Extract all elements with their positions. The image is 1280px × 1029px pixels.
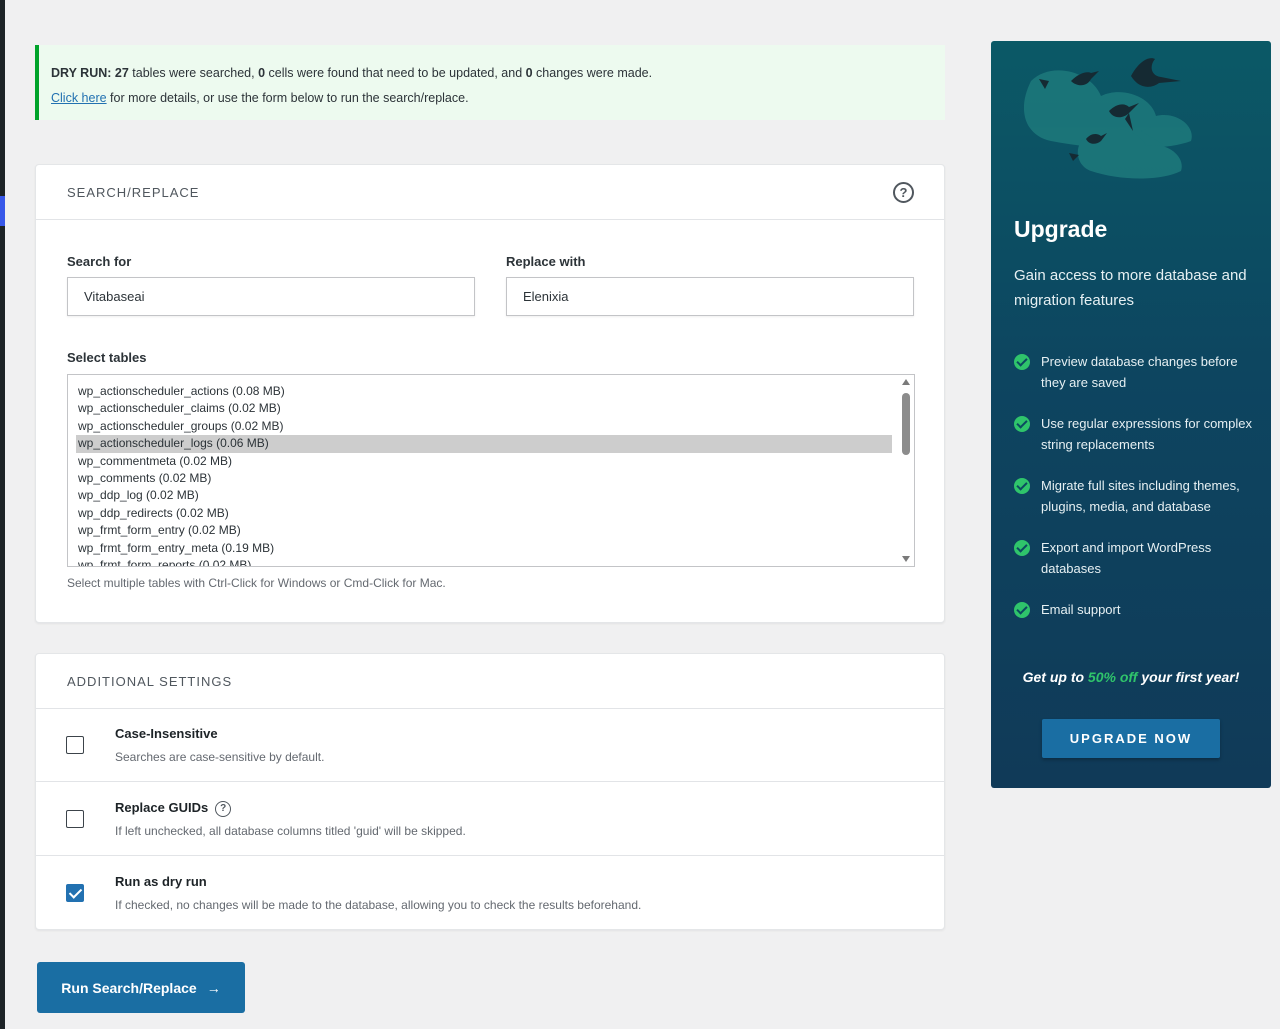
feature-item: Email support	[1014, 599, 1254, 620]
notice-tables-count: 27	[114, 66, 129, 80]
check-circle-icon	[1014, 478, 1030, 494]
run-button-label: Run Search/Replace	[61, 979, 197, 996]
case-insensitive-checkbox[interactable]	[66, 736, 84, 754]
select-tables-hint: Select multiple tables with Ctrl-Click f…	[67, 576, 446, 590]
upgrade-subtitle: Gain access to more database and migrati…	[1014, 267, 1247, 309]
help-icon[interactable]: ?	[215, 800, 232, 817]
arrow-right-icon: →	[206, 979, 221, 996]
table-option[interactable]: wp_ddp_redirects (0.02 MB)	[76, 505, 892, 522]
table-option[interactable]: wp_commentmeta (0.02 MB)	[76, 453, 892, 470]
table-option[interactable]: wp_frmt_form_reports (0.02 MB)	[76, 557, 892, 566]
scroll-up-arrow-icon[interactable]	[902, 379, 910, 385]
replace-with-label: Replace with	[506, 254, 586, 269]
help-icon[interactable]: ?	[893, 182, 914, 203]
check-circle-icon	[1014, 602, 1030, 618]
search-for-label: Search for	[67, 254, 132, 269]
search-replace-card: SEARCH/REPLACE ? Search for Replace with…	[35, 164, 945, 623]
table-option[interactable]: wp_ddp_log (0.02 MB)	[76, 487, 892, 504]
upgrade-promo: Get up to 50% off your first year!	[991, 669, 1271, 685]
notice-text-2: cells were found that need to be updated…	[265, 66, 526, 80]
select-tables-label: Select tables	[67, 350, 147, 365]
replace-guids-title: Replace GUIDs	[115, 800, 209, 815]
notice-text-3: changes were made.	[532, 66, 653, 80]
check-circle-icon	[1014, 416, 1030, 432]
tables-list: wp_actionscheduler_actions (0.08 MB) wp_…	[68, 375, 914, 566]
replace-guids-checkbox[interactable]	[66, 810, 84, 828]
replace-with-input[interactable]: Elenixia	[506, 277, 914, 316]
select-tables-listbox[interactable]: wp_actionscheduler_actions (0.08 MB) wp_…	[67, 374, 915, 567]
notice-prefix: DRY RUN:	[51, 66, 112, 80]
feature-item: Export and import WordPress databases	[1014, 537, 1254, 579]
table-option[interactable]: wp_frmt_form_entry_meta (0.19 MB)	[76, 540, 892, 557]
notice-line-2: Click here for more details, or use the …	[51, 86, 933, 111]
table-option-selected[interactable]: wp_actionscheduler_logs (0.06 MB)	[76, 435, 892, 453]
check-circle-icon	[1014, 354, 1030, 370]
promo-text-post: your first year!	[1137, 669, 1240, 685]
search-replace-header: SEARCH/REPLACE ?	[36, 165, 944, 220]
check-circle-icon	[1014, 540, 1030, 556]
table-option[interactable]: wp_actionscheduler_actions (0.08 MB)	[76, 383, 892, 400]
table-option[interactable]: wp_frmt_form_entry (0.02 MB)	[76, 522, 892, 539]
notice-text-1: tables were searched,	[128, 66, 259, 80]
admin-menu-indicator	[0, 196, 5, 226]
click-here-link[interactable]: Click here	[51, 91, 107, 105]
scroll-down-arrow-icon[interactable]	[902, 556, 910, 562]
table-option[interactable]: wp_comments (0.02 MB)	[76, 470, 892, 487]
dry-run-desc: If checked, no changes will be made to t…	[115, 898, 642, 912]
setting-case-insensitive: Case-Insensitive Searches are case-sensi…	[36, 709, 944, 782]
table-option[interactable]: wp_actionscheduler_claims (0.02 MB)	[76, 400, 892, 417]
notice-changes-count: 0	[525, 66, 533, 80]
table-option[interactable]: wp_actionscheduler_groups (0.02 MB)	[76, 418, 892, 435]
case-insensitive-title: Case-Insensitive	[115, 726, 218, 741]
tables-scrollbar[interactable]	[898, 375, 914, 566]
replace-guids-desc: If left unchecked, all database columns …	[115, 824, 466, 838]
search-for-input[interactable]: Vitabaseai	[67, 277, 475, 316]
dry-run-checkbox[interactable]	[66, 884, 84, 902]
feature-item: Use regular expressions for complex stri…	[1014, 413, 1254, 455]
scroll-thumb[interactable]	[902, 393, 910, 455]
upgrade-now-button[interactable]: UPGRADE NOW	[1042, 719, 1220, 758]
setting-dry-run: Run as dry run If checked, no changes wi…	[36, 857, 944, 930]
upgrade-title: Upgrade	[1014, 216, 1108, 242]
feature-text: Migrate full sites including themes, plu…	[1041, 478, 1240, 514]
setting-replace-guids: Replace GUIDs? If left unchecked, all da…	[36, 783, 944, 856]
feature-text: Email support	[1041, 602, 1121, 617]
case-insensitive-desc: Searches are case-sensitive by default.	[115, 750, 325, 764]
dry-run-title: Run as dry run	[115, 874, 207, 889]
run-search-replace-button[interactable]: Run Search/Replace →	[37, 962, 245, 1013]
upgrade-panel: Upgrade Gain access to more database and…	[991, 41, 1271, 788]
feature-text: Use regular expressions for complex stri…	[1041, 416, 1252, 452]
notice-cells-count: 0	[258, 66, 266, 80]
birds-clouds-illustration-icon	[1023, 58, 1192, 179]
additional-settings-header: ADDITIONAL SETTINGS	[36, 654, 944, 709]
promo-text-pre: Get up to	[1022, 669, 1088, 685]
admin-sidebar-edge	[0, 0, 5, 1029]
search-replace-title: SEARCH/REPLACE	[67, 184, 200, 200]
replace-guids-title-wrap: Replace GUIDs?	[115, 800, 232, 817]
feature-item: Migrate full sites including themes, plu…	[1014, 475, 1254, 517]
notice-line-1: DRY RUN: 27 tables were searched, 0 cell…	[51, 61, 933, 86]
notice-text-4: for more details, or use the form below …	[106, 91, 469, 105]
feature-text: Preview database changes before they are…	[1041, 354, 1238, 390]
feature-text: Export and import WordPress databases	[1041, 540, 1212, 576]
dry-run-notice: DRY RUN: 27 tables were searched, 0 cell…	[35, 45, 945, 120]
upgrade-features-list: Preview database changes before they are…	[1014, 351, 1254, 640]
feature-item: Preview database changes before they are…	[1014, 351, 1254, 393]
additional-settings-title: ADDITIONAL SETTINGS	[67, 673, 233, 689]
promo-accent: 50% off	[1087, 669, 1138, 685]
additional-settings-card: ADDITIONAL SETTINGS Case-Insensitive Sea…	[35, 653, 945, 930]
